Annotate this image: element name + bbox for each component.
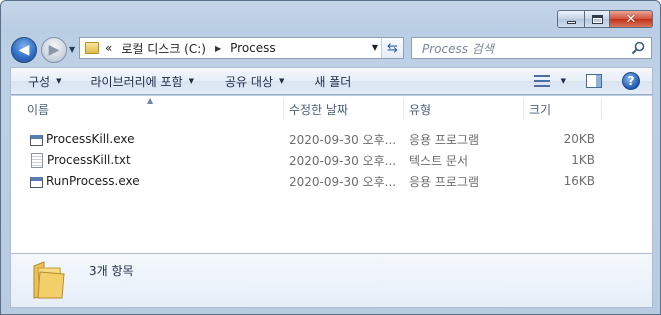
application-icon: [30, 176, 43, 188]
item-count: 3개 항목: [89, 264, 134, 278]
file-type: 텍스트 문서: [409, 153, 469, 168]
address-dropdown-icon[interactable]: ▼: [372, 43, 378, 52]
breadcrumb-separator-icon[interactable]: ▶: [215, 44, 221, 53]
maximize-button[interactable]: [584, 10, 610, 28]
column-headers: ▲ 이름 수정한 날짜 유형 크기: [11, 96, 652, 122]
explorer-window: ✕ ◀ ▶ ▼ « 로컬 디스크 (C:) ▶ Process ▼ ⇆ Proc…: [0, 0, 661, 315]
file-date: 2020-09-30 오후...: [289, 174, 397, 189]
column-header-type[interactable]: 유형: [403, 96, 523, 122]
organize-label: 구성: [28, 74, 51, 89]
arrow-right-icon: ▶: [48, 42, 60, 58]
forward-button[interactable]: ▶: [41, 37, 67, 63]
file-size: 16KB: [563, 174, 595, 188]
chevron-down-icon: ▼: [56, 77, 62, 85]
application-icon: [30, 134, 43, 146]
search-input[interactable]: Process 검색: [422, 40, 494, 57]
file-name: RunProcess.exe: [46, 174, 140, 188]
breadcrumb-local-disk[interactable]: 로컬 디스크 (C:): [121, 40, 206, 57]
back-button[interactable]: ◀: [11, 37, 37, 63]
recent-pages-dropdown[interactable]: ▼: [69, 45, 77, 54]
refresh-icon: ⇆: [387, 40, 398, 56]
new-folder-button[interactable]: 새 폴더: [314, 68, 351, 94]
new-folder-label: 새 폴더: [314, 74, 352, 89]
caption-buttons: ✕: [557, 10, 653, 28]
file-type: 응용 프로그램: [409, 174, 480, 189]
column-date-label: 수정한 날짜: [289, 102, 349, 117]
file-list: ▲ 이름 수정한 날짜 유형 크기 ProcessKill.exe 2020-0…: [10, 96, 653, 253]
file-date: 2020-09-30 오후...: [289, 153, 397, 168]
column-header-name[interactable]: 이름: [21, 96, 281, 122]
folder-icon: [85, 42, 99, 54]
minimize-icon: [566, 20, 576, 24]
address-bar[interactable]: « 로컬 디스크 (C:) ▶ Process ▼ ⇆: [79, 37, 404, 59]
file-name: ProcessKill.exe: [46, 132, 135, 146]
search-icon[interactable]: [631, 41, 645, 55]
search-box[interactable]: Process 검색: [411, 37, 652, 59]
folder-icon: [33, 261, 65, 299]
share-with-label: 공유 대상: [225, 74, 273, 89]
file-name-cell: RunProcess.exe: [29, 171, 279, 191]
column-size-label: 크기: [529, 102, 552, 117]
include-in-library-label: 라이브러리에 포함: [90, 74, 183, 89]
minimize-button[interactable]: [557, 10, 584, 28]
file-size: 20KB: [563, 132, 595, 146]
share-with-menu[interactable]: 공유 대상 ▼: [225, 68, 284, 94]
preview-pane-button[interactable]: [586, 74, 602, 88]
chevron-down-icon: ▼: [279, 77, 285, 85]
command-bar: 구성 ▼ 라이브러리에 포함 ▼ 공유 대상 ▼ 새 폴더 ▼ ?: [10, 67, 653, 95]
organize-menu[interactable]: 구성 ▼: [28, 68, 61, 94]
arrow-left-icon: ◀: [18, 42, 30, 58]
details-pane: 3개 항목: [10, 253, 653, 308]
help-button[interactable]: ?: [622, 72, 640, 90]
chevron-down-icon: ▼: [188, 77, 195, 85]
file-name: ProcessKill.txt: [47, 153, 131, 167]
close-icon: ✕: [625, 11, 637, 27]
refresh-button[interactable]: ⇆: [381, 38, 403, 58]
column-header-date[interactable]: 수정한 날짜: [283, 96, 403, 122]
text-document-icon: [31, 152, 43, 168]
file-row[interactable]: RunProcess.exe 2020-09-30 오후... 응용 프로그램 …: [11, 171, 652, 191]
breadcrumb-process[interactable]: Process: [230, 41, 276, 55]
views-icon: [533, 75, 550, 87]
file-row[interactable]: ProcessKill.exe 2020-09-30 오후... 응용 프로그램…: [11, 129, 652, 149]
column-name-label: 이름: [27, 102, 50, 117]
change-view-button[interactable]: ▼: [533, 75, 566, 87]
close-button[interactable]: ✕: [610, 10, 653, 28]
column-divider[interactable]: [601, 99, 602, 119]
help-icon: ?: [627, 74, 635, 88]
maximize-icon: [591, 14, 603, 24]
file-name-cell: ProcessKill.exe: [29, 129, 279, 149]
address-overflow-chevron[interactable]: «: [105, 41, 112, 55]
file-size: 1KB: [571, 153, 595, 167]
file-row[interactable]: ProcessKill.txt 2020-09-30 오후... 텍스트 문서 …: [11, 150, 652, 170]
column-type-label: 유형: [409, 102, 432, 117]
toolbar-right: ▼ ?: [533, 68, 652, 94]
file-date: 2020-09-30 오후...: [289, 132, 397, 147]
include-in-library-menu[interactable]: 라이브러리에 포함 ▼: [90, 68, 194, 94]
file-type: 응용 프로그램: [409, 132, 480, 147]
file-name-cell: ProcessKill.txt: [29, 150, 279, 170]
column-header-size[interactable]: 크기: [523, 96, 601, 122]
chevron-down-icon: ▼: [560, 77, 566, 85]
